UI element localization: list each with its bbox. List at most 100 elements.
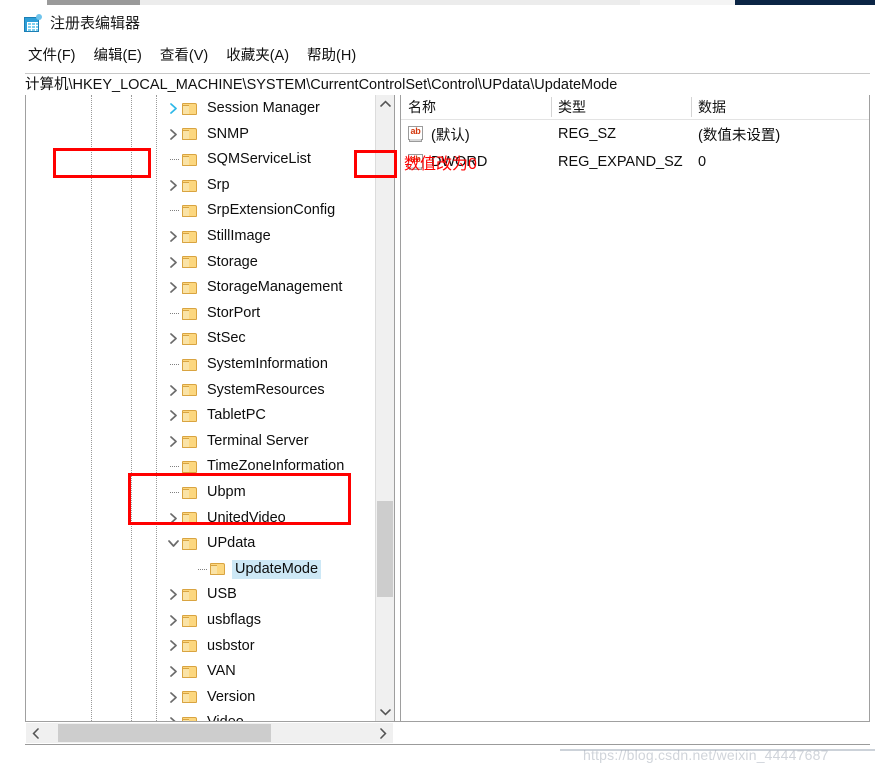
chevron-right-icon[interactable] <box>166 506 182 532</box>
tree-item-terminal-server[interactable]: Terminal Server <box>26 429 376 455</box>
scroll-down-icon[interactable] <box>376 703 394 721</box>
tree-item-van[interactable]: VAN <box>26 659 376 685</box>
chevron-right-icon[interactable] <box>166 224 182 250</box>
tree-item-sqmservicelist[interactable]: SQMServiceList <box>26 147 376 173</box>
watermark-text: https://blog.csdn.net/weixin_44447687 <box>583 747 829 763</box>
strip-segment-a <box>47 0 140 5</box>
tree-item-updata[interactable]: UPdata <box>26 531 376 557</box>
folder-icon <box>182 307 198 321</box>
scroll-left-icon[interactable] <box>26 723 46 743</box>
tree-item-label: Ubpm <box>207 483 246 500</box>
registry-editor-window: 注册表编辑器 文件(F) 编辑(E) 查看(V) 收藏夹(A) 帮助(H) 计算… <box>0 7 875 763</box>
value-data-cell: 0 <box>698 154 707 170</box>
address-bar[interactable]: 计算机\HKEY_LOCAL_MACHINE\SYSTEM\CurrentCon… <box>25 73 870 97</box>
chevron-right-icon[interactable] <box>166 96 182 122</box>
tree-item-label: usbflags <box>207 611 262 628</box>
chevron-down-icon[interactable] <box>166 531 182 557</box>
tree-item-label: Terminal Server <box>207 432 309 449</box>
tree-item-label: USB <box>207 586 237 603</box>
chevron-right-icon[interactable] <box>166 403 182 429</box>
tree-horizontal-scrollbar[interactable] <box>26 723 393 743</box>
menu-file[interactable]: 文件(F) <box>28 49 76 64</box>
tree-item-ubpm[interactable]: Ubpm <box>26 480 376 506</box>
folder-icon <box>182 486 198 500</box>
scroll-right-icon[interactable] <box>373 723 393 743</box>
chevron-right-icon[interactable] <box>166 250 182 276</box>
tree-item-storagemanagement[interactable]: StorageManagement <box>26 275 376 301</box>
chevron-right-icon[interactable] <box>166 710 182 721</box>
registry-values-pane: 名称 类型 数据 ab (默认) REG_SZ (数值未设置) ab DWORD… <box>401 95 869 721</box>
column-header-name[interactable]: 名称 <box>401 95 551 119</box>
value-type-cell: REG_EXPAND_SZ <box>558 154 683 170</box>
folder-icon <box>182 588 198 602</box>
chevron-right-icon[interactable] <box>166 173 182 199</box>
tree-item-srpextensionconfig[interactable]: SrpExtensionConfig <box>26 198 376 224</box>
tree-item-systemresources[interactable]: SystemResources <box>26 378 376 404</box>
pane-splitter[interactable] <box>394 95 401 721</box>
column-header-type[interactable]: 类型 <box>551 95 691 119</box>
tree-item-label: TabletPC <box>207 407 266 424</box>
scroll-up-icon[interactable] <box>376 95 394 113</box>
tree-item-label: StorageManagement <box>207 279 343 296</box>
tree-item-stsec[interactable]: StSec <box>26 326 376 352</box>
chevron-right-icon[interactable] <box>166 122 182 148</box>
tree-leaf-connector <box>166 480 182 506</box>
tree-item-snmp[interactable]: SNMP <box>26 122 376 148</box>
strip-segment-c <box>640 0 735 5</box>
tree-item-updatemode[interactable]: UpdateMode <box>26 557 376 583</box>
tree-item-usbstor[interactable]: usbstor <box>26 633 376 659</box>
tree-item-usbflags[interactable]: usbflags <box>26 608 376 634</box>
folder-icon <box>182 102 198 116</box>
chevron-right-icon[interactable] <box>166 429 182 455</box>
menu-bar: 文件(F) 编辑(E) 查看(V) 收藏夹(A) 帮助(H) <box>0 43 875 69</box>
tree-item-tabletpc[interactable]: TabletPC <box>26 403 376 429</box>
tree-item-systeminformation[interactable]: SystemInformation <box>26 352 376 378</box>
tree-item-usb[interactable]: USB <box>26 582 376 608</box>
tree-item-version[interactable]: Version <box>26 685 376 711</box>
folder-icon <box>182 230 198 244</box>
menu-edit[interactable]: 编辑(E) <box>94 49 142 64</box>
tree-item-timezoneinformation[interactable]: TimeZoneInformation <box>26 454 376 480</box>
folder-icon <box>182 511 198 525</box>
column-header-data[interactable]: 数据 <box>691 95 871 119</box>
tree-vertical-scrollbar[interactable] <box>375 95 394 721</box>
chevron-right-icon[interactable] <box>166 659 182 685</box>
value-name-text: (默认) <box>431 127 470 144</box>
tree-item-label: UPdata <box>207 535 256 552</box>
tree-item-label: StillImage <box>207 228 271 245</box>
menu-help[interactable]: 帮助(H) <box>307 49 356 64</box>
tree-item-session-manager[interactable]: Session Manager <box>26 96 376 122</box>
value-name-cell: ab (默认) <box>401 120 551 148</box>
folder-icon <box>182 281 198 295</box>
folder-icon <box>182 639 198 653</box>
background-window-strip <box>0 0 875 7</box>
folder-icon <box>182 665 198 679</box>
chevron-right-icon[interactable] <box>166 685 182 711</box>
strip-segment-d <box>735 0 875 5</box>
tree-item-storport[interactable]: StorPort <box>26 301 376 327</box>
folder-icon <box>182 435 198 449</box>
chevron-right-icon[interactable] <box>166 378 182 404</box>
tree-item-video[interactable]: Video <box>26 710 376 721</box>
tree-item-storage[interactable]: Storage <box>26 250 376 276</box>
value-row-default[interactable]: ab (默认) REG_SZ (数值未设置) <box>401 120 869 148</box>
window-title: 注册表编辑器 <box>50 14 141 32</box>
tree-item-unitedvideo[interactable]: UnitedVideo <box>26 506 376 532</box>
chevron-right-icon[interactable] <box>166 582 182 608</box>
chevron-right-icon[interactable] <box>166 326 182 352</box>
tree-scroll-thumb[interactable] <box>377 501 393 597</box>
folder-icon <box>182 127 198 141</box>
chevron-right-icon[interactable] <box>166 608 182 634</box>
menu-view[interactable]: 查看(V) <box>160 49 208 64</box>
registry-tree-pane: Session Manager SNMP SQMServiceList Srp SrpE… <box>26 95 394 721</box>
tree-item-label: Version <box>207 688 256 705</box>
tree-leaf-connector <box>166 147 182 173</box>
menu-favorites[interactable]: 收藏夹(A) <box>226 49 289 64</box>
tree-item-srp[interactable]: Srp <box>26 173 376 199</box>
folder-icon <box>182 358 198 372</box>
tree-item-stillimage[interactable]: StillImage <box>26 224 376 250</box>
chevron-right-icon[interactable] <box>166 633 182 659</box>
folder-icon <box>182 460 198 474</box>
tree-hscroll-thumb[interactable] <box>58 724 271 742</box>
chevron-right-icon[interactable] <box>166 275 182 301</box>
